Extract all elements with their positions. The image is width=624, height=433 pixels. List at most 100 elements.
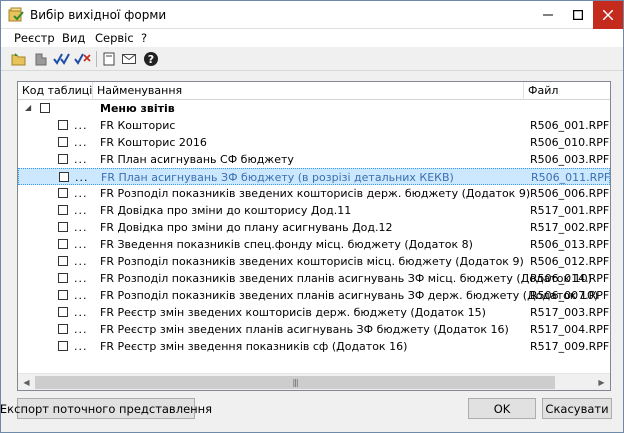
horizontal-scrollbar[interactable]: ◀ ||| ▶ — [18, 373, 610, 390]
tool-icon[interactable] — [32, 50, 50, 68]
menu-registry[interactable]: Реєстр — [14, 31, 55, 45]
table-row[interactable]: ... FR Розподіл показників зведених плані… — [18, 270, 610, 287]
row-code: ... — [74, 136, 88, 149]
row-code: ... — [74, 204, 88, 217]
table-row[interactable]: ... FR План асигнувань СФ бюджету R506_003… — [18, 151, 610, 168]
menu-help[interactable]: ? — [141, 31, 147, 45]
menu-view[interactable]: Вид — [62, 31, 85, 45]
menu-service[interactable]: Сервіс — [95, 31, 134, 45]
group-checkbox[interactable] — [40, 103, 50, 113]
row-file: R506_010.RPF — [530, 136, 610, 149]
row-checkbox[interactable] — [58, 307, 68, 317]
table-row[interactable]: ... FR Реєстр змін зведених кошторисів де… — [18, 304, 610, 321]
ok-button[interactable]: OK — [468, 398, 536, 419]
row-file: R506_012.RPF — [530, 255, 610, 268]
row-checkbox[interactable] — [58, 324, 68, 334]
row-code: ... — [74, 323, 88, 336]
row-file: R517_004.RPF — [530, 323, 610, 336]
app-icon — [8, 7, 24, 23]
table-row[interactable]: ... FR Кошторис 2016 R506_010.RPF — [18, 134, 610, 151]
table-row[interactable]: ... FR Довідка про зміни до кошторису Дод… — [18, 202, 610, 219]
row-name: FR Зведення показників спец.фонду місц. … — [100, 238, 473, 251]
row-code: ... — [74, 255, 88, 268]
table-row[interactable]: ... FR Розподіл показників зведених кошто… — [18, 185, 610, 202]
row-file: R506_001.RPF — [530, 119, 610, 132]
scroll-thumb[interactable]: ||| — [35, 376, 555, 389]
row-file: R517_002.RPF — [530, 221, 610, 234]
grid-header: Код таблиці Найменування Файл — [18, 82, 610, 100]
table-row[interactable]: ... FR Кошторис R506_001.RPF — [18, 117, 610, 134]
row-checkbox[interactable] — [58, 239, 68, 249]
help-icon[interactable]: ? — [142, 50, 160, 68]
close-button[interactable] — [593, 1, 623, 29]
column-header-code[interactable]: Код таблиці — [18, 82, 93, 100]
row-file: R506_014.RPF — [530, 272, 610, 285]
reports-grid[interactable]: Код таблиці Найменування Файл ◢ Меню зві… — [17, 81, 611, 391]
maximize-button[interactable] — [563, 1, 593, 29]
row-code: ... — [74, 119, 88, 132]
row-checkbox[interactable] — [58, 154, 68, 164]
row-checkbox[interactable] — [58, 137, 68, 147]
row-code: ... — [74, 221, 88, 234]
row-file: R506_011.RPF — [531, 171, 611, 184]
row-checkbox[interactable] — [59, 172, 69, 182]
row-name: FR Розподіл показників зведених кошторис… — [100, 187, 531, 200]
group-name: Меню звітів — [100, 102, 175, 115]
row-file: R517_001.RPF — [530, 204, 610, 217]
row-file: R506_007.RPF — [530, 289, 610, 302]
table-row[interactable]: ... FR Реєстр змін зведених планів асигну… — [18, 321, 610, 338]
minimize-button[interactable] — [533, 1, 563, 29]
group-row[interactable]: ◢ Меню звітів — [18, 100, 610, 117]
row-file: R506_013.RPF — [530, 238, 610, 251]
row-file: R506_006.RPF — [530, 187, 610, 200]
row-name: FR Кошторис — [100, 119, 176, 132]
column-header-file[interactable]: Файл — [524, 82, 610, 100]
row-checkbox[interactable] — [58, 256, 68, 266]
table-row[interactable]: ... FR Довідка про зміни до плану асигнув… — [18, 219, 610, 236]
row-name: FR Довідка про зміни до кошторису Дод.11 — [100, 204, 352, 217]
row-code: ... — [74, 187, 88, 200]
row-checkbox[interactable] — [58, 205, 68, 215]
row-checkbox[interactable] — [58, 341, 68, 351]
table-row[interactable]: ... FR План асигнувань ЗФ бюджету (в розр… — [18, 168, 610, 185]
row-checkbox[interactable] — [58, 273, 68, 283]
mail-icon[interactable] — [120, 50, 138, 68]
svg-text:?: ? — [148, 53, 154, 66]
row-checkbox[interactable] — [58, 222, 68, 232]
row-code: ... — [74, 340, 88, 353]
thumb-grip: ||| — [292, 378, 298, 387]
row-checkbox[interactable] — [58, 290, 68, 300]
row-name: FR План асигнувань ЗФ бюджету (в розрізі… — [101, 171, 454, 184]
open-folder-icon[interactable] — [10, 50, 28, 68]
row-file: R517_009.RPF — [530, 340, 610, 353]
row-name: FR План асигнувань СФ бюджету — [100, 153, 294, 166]
title-bar: Вибір вихідної форми — [1, 1, 623, 29]
table-row[interactable]: ... FR Розподіл показників зведених кошто… — [18, 253, 610, 270]
collapse-triangle-icon[interactable]: ◢ — [25, 104, 33, 112]
row-name: FR Кошторис 2016 — [100, 136, 207, 149]
menu-bar: Реєстр Вид Сервіс ? — [1, 29, 623, 47]
uncheck-all-icon[interactable] — [74, 50, 92, 68]
toolbar: ? — [1, 47, 623, 71]
row-code: ... — [74, 238, 88, 251]
row-checkbox[interactable] — [58, 120, 68, 130]
row-name: FR Розподіл показників зведених планів а… — [100, 289, 599, 302]
scroll-right-icon[interactable]: ▶ — [593, 374, 610, 390]
table-row[interactable]: ... FR Зведення показників спец.фонду міс… — [18, 236, 610, 253]
table-row[interactable]: ... FR Розподіл показників зведених плані… — [18, 287, 610, 304]
row-code: ... — [75, 171, 89, 184]
row-code: ... — [74, 272, 88, 285]
cancel-button[interactable]: Скасувати — [542, 398, 612, 419]
row-code: ... — [74, 289, 88, 302]
document-icon[interactable] — [100, 50, 118, 68]
row-name: FR Розподіл показників зведених планів а… — [100, 272, 592, 285]
export-button[interactable]: Експорт поточного представлення — [0, 398, 212, 419]
row-file: R506_003.RPF — [530, 153, 610, 166]
scroll-left-icon[interactable]: ◀ — [18, 374, 35, 390]
row-code: ... — [74, 153, 88, 166]
row-checkbox[interactable] — [58, 188, 68, 198]
column-header-name[interactable]: Найменування — [93, 82, 524, 100]
row-name: FR Реєстр змін зведення показників сф (Д… — [100, 340, 408, 353]
table-row[interactable]: ... FR Реєстр змін зведення показників сф… — [18, 338, 610, 355]
check-all-icon[interactable] — [53, 50, 71, 68]
